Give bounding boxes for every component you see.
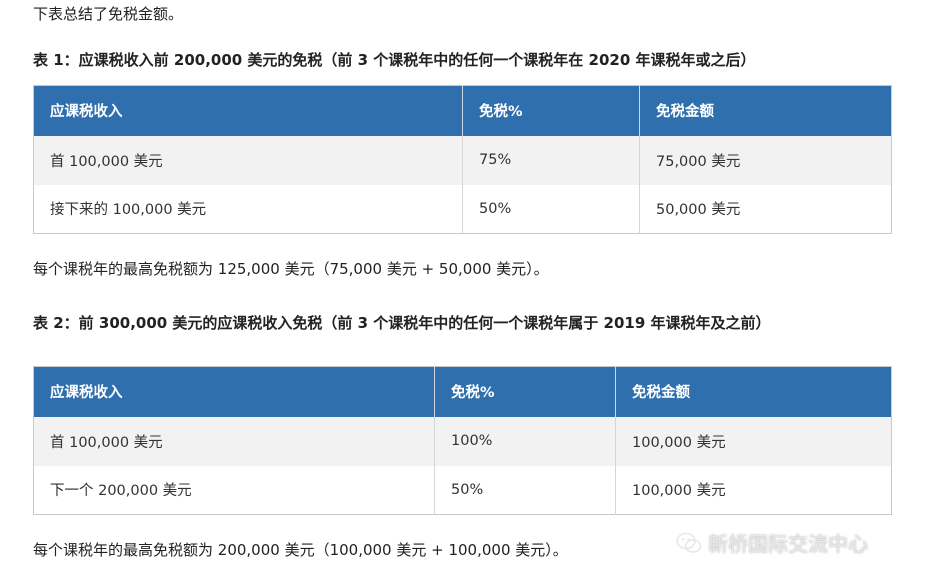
table2: 应课税收入 免税% 免税金额 首 100,000 美元 100% 100,000… xyxy=(33,366,892,515)
table1-header-income: 应课税收入 xyxy=(33,85,463,136)
table1-cell-amount: 50,000 美元 xyxy=(639,184,892,234)
table1-caption: 表 1：应课税收入前 200,000 美元的免税（前 3 个课税年中的任何一个课… xyxy=(33,51,756,69)
table2-cell-rate: 50% xyxy=(434,465,616,515)
table2-cell-income: 下一个 200,000 美元 xyxy=(33,465,435,515)
table-row: 首 100,000 美元 100% 100,000 美元 xyxy=(33,416,892,466)
table1-cell-rate: 50% xyxy=(462,184,640,234)
intro-text: 下表总结了免税金额。 xyxy=(33,5,184,23)
table2-header-amount: 免税金额 xyxy=(615,366,892,417)
table2-cell-amount: 100,000 美元 xyxy=(615,416,892,466)
watermark-text: 新桥国际交流中心 xyxy=(708,532,868,556)
table2-caption: 表 2：前 300,000 美元的应课税收入免税（前 3 个课税年中的任何一个课… xyxy=(33,314,771,332)
table1-header-rate: 免税% xyxy=(462,85,640,136)
table-row: 首 100,000 美元 75% 75,000 美元 xyxy=(33,135,892,185)
watermark: 新桥国际交流中心 xyxy=(676,528,868,557)
table2-header-rate: 免税% xyxy=(434,366,616,417)
table2-cell-rate: 100% xyxy=(434,416,616,466)
table1-cell-amount: 75,000 美元 xyxy=(639,135,892,185)
table1-cell-income: 接下来的 100,000 美元 xyxy=(33,184,463,234)
note2-text: 每个课税年的最高免税额为 200,000 美元（100,000 美元 + 100… xyxy=(33,541,568,559)
table-row: 下一个 200,000 美元 50% 100,000 美元 xyxy=(33,465,892,515)
table2-header-income: 应课税收入 xyxy=(33,366,435,417)
note1-text: 每个课税年的最高免税额为 125,000 美元（75,000 美元 + 50,0… xyxy=(33,260,549,278)
table2-cell-income: 首 100,000 美元 xyxy=(33,416,435,466)
table2-header-row: 应课税收入 免税% 免税金额 xyxy=(33,366,892,417)
table1: 应课税收入 免税% 免税金额 首 100,000 美元 75% 75,000 美… xyxy=(33,85,892,234)
wechat-icon xyxy=(676,532,702,553)
table-row: 接下来的 100,000 美元 50% 50,000 美元 xyxy=(33,184,892,234)
table1-cell-income: 首 100,000 美元 xyxy=(33,135,463,185)
table2-cell-amount: 100,000 美元 xyxy=(615,465,892,515)
table1-header-amount: 免税金额 xyxy=(639,85,892,136)
table1-cell-rate: 75% xyxy=(462,135,640,185)
table1-header-row: 应课税收入 免税% 免税金额 xyxy=(33,85,892,136)
